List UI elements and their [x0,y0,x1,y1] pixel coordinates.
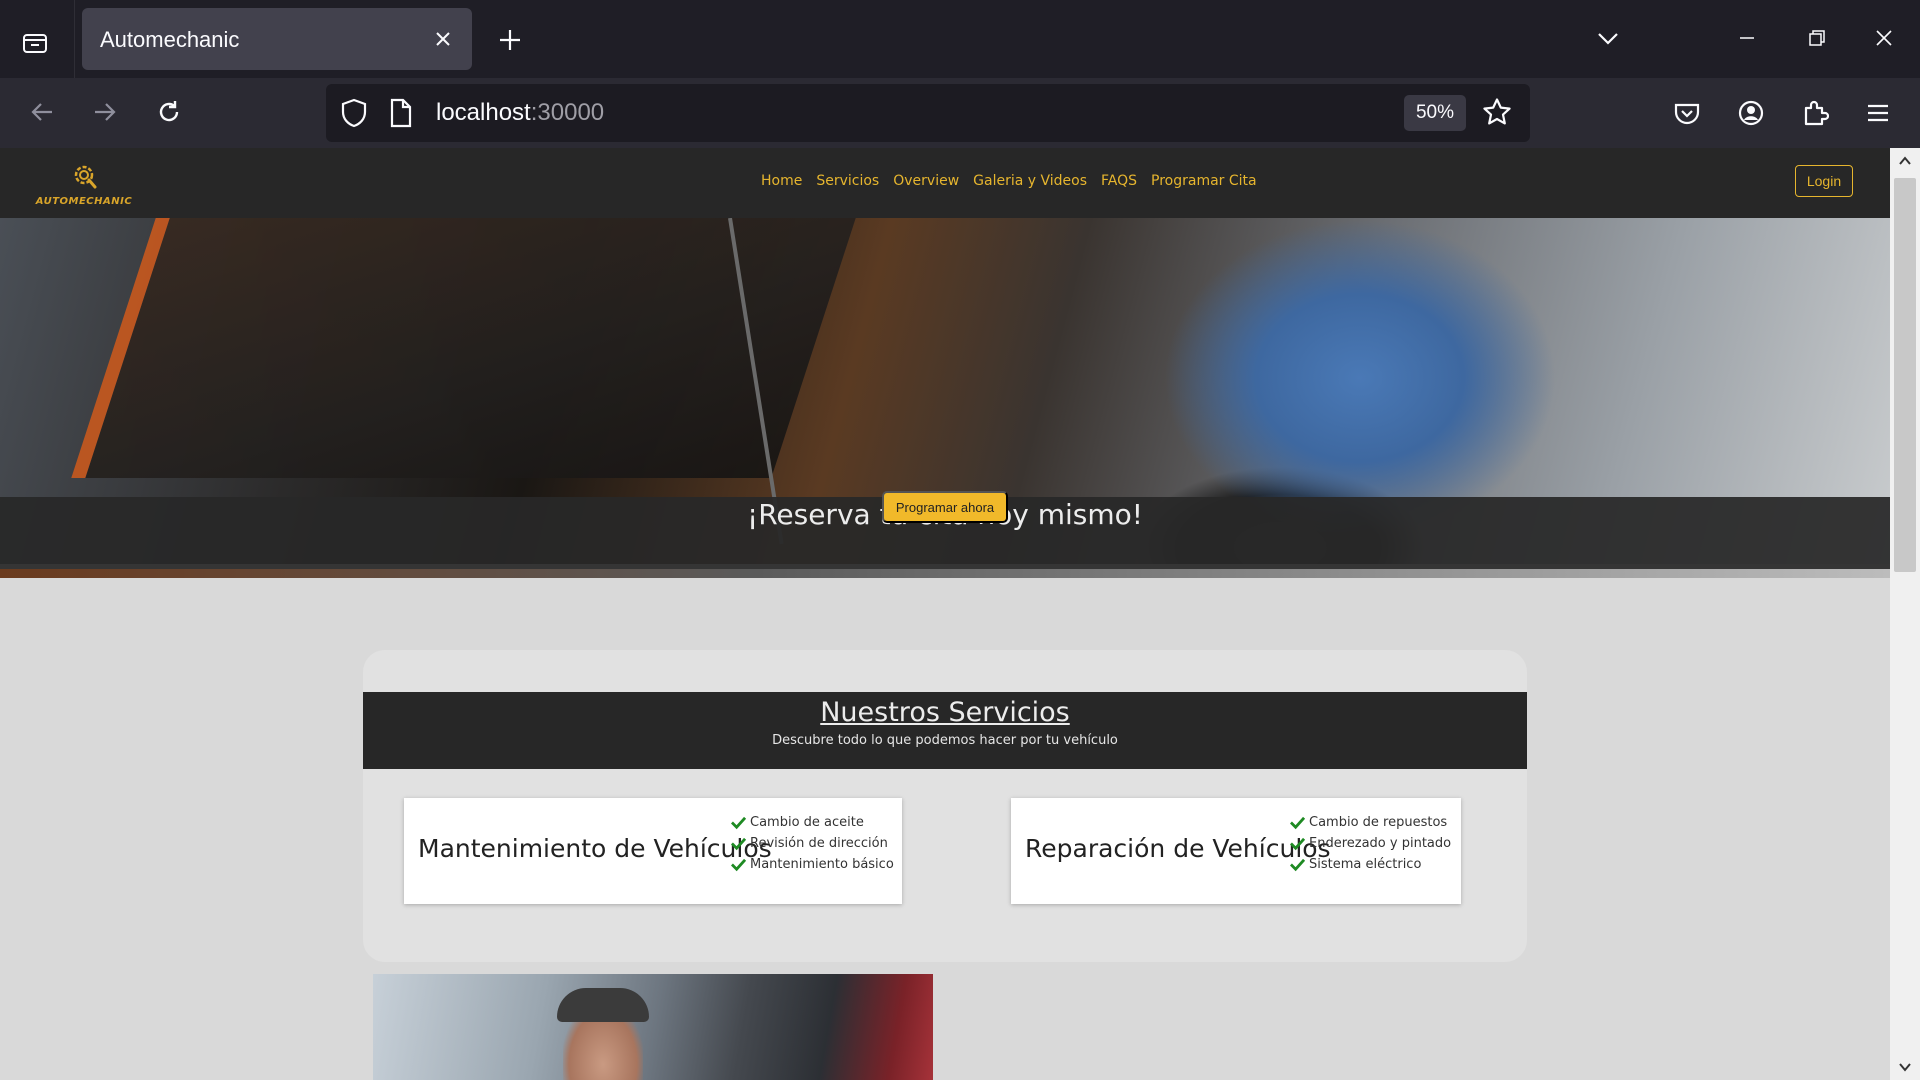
page-info-icon[interactable] [388,98,414,132]
list-item-label: Mantenimiento básico [750,857,894,872]
address-bar[interactable]: localhost:30000 50% [326,84,1530,142]
gear-icon [74,165,97,189]
extensions-icon[interactable] [1792,90,1838,136]
nav-home[interactable]: Home [761,173,802,189]
new-tab-icon[interactable] [490,20,530,60]
list-item-label: Cambio de aceite [750,815,864,830]
list-item: Mantenimiento básico [731,854,894,875]
tab-separator [74,0,75,78]
restore-icon[interactable] [1795,18,1839,58]
nav-servicios[interactable]: Servicios [816,173,879,189]
programar-ahora-button[interactable]: Programar ahora [882,491,1008,523]
check-icon [731,837,746,851]
services-header: Nuestros Servicios Descubre todo lo que … [363,692,1527,769]
scroll-up-icon[interactable] [1898,154,1912,168]
photo-person-cap [557,988,649,1022]
bookmark-star-icon[interactable] [1482,97,1512,131]
services-subtitle: Descubre todo lo que podemos hacer por t… [772,733,1118,748]
list-item: Cambio de repuestos [1290,812,1451,833]
list-all-tabs-icon[interactable] [1590,20,1626,56]
service-card-reparacion[interactable]: Reparación de Vehículos Cambio de repues… [1011,798,1461,904]
nav-programar-cita[interactable]: Programar Cita [1151,173,1257,189]
hero-bottom-strip [0,569,1890,578]
nav-faqs[interactable]: FAQS [1101,173,1137,189]
pocket-icon[interactable] [1664,90,1710,136]
service-card-title: Mantenimiento de Vehículos [418,834,772,863]
list-item-label: Enderezado y pintado [1309,836,1452,851]
site-nav: Home Servicios Overview Galeria y Videos… [761,173,1257,189]
browser-tab-bar: Automechanic [0,0,1920,78]
url-text[interactable]: localhost:30000 [436,99,604,127]
back-icon[interactable] [19,89,65,135]
services-section: Nuestros Servicios Descubre todo lo que … [363,650,1527,962]
mechanic-photo [373,974,933,1080]
list-item-label: Cambio de repuestos [1309,815,1448,830]
check-icon [731,858,746,872]
browser-nav-bar: localhost:30000 50% [0,78,1920,148]
page-viewport: AUTOMECHANIC Home Servicios Overview Gal… [0,148,1890,1080]
check-icon [1290,837,1305,851]
service-card-list: Cambio de aceite Revisión de dirección M… [731,812,894,875]
tracking-protection-icon[interactable] [340,98,368,132]
reload-icon[interactable] [146,89,192,135]
list-item: Revisión de dirección [731,833,894,854]
service-card-list: Cambio de repuestos Enderezado y pintado… [1290,812,1451,875]
url-port: :30000 [530,99,605,126]
scrollbar-thumb[interactable] [1894,178,1916,572]
check-icon [1290,816,1305,830]
list-item: Cambio de aceite [731,812,894,833]
login-button[interactable]: Login [1795,165,1853,197]
account-icon[interactable] [1728,90,1774,136]
service-card-mantenimiento[interactable]: Mantenimiento de Vehículos Cambio de ace… [404,798,902,904]
close-tab-icon[interactable] [428,24,458,54]
page-scrollbar[interactable] [1890,148,1920,1080]
logo-text: AUTOMECHANIC [35,196,133,207]
list-item-label: Sistema eléctrico [1309,857,1422,872]
list-item: Enderezado y pintado [1290,833,1451,854]
firefox-view-icon[interactable] [14,22,56,64]
services-title: Nuestros Servicios [820,697,1070,728]
close-window-icon[interactable] [1862,18,1906,58]
site-logo[interactable]: AUTOMECHANIC [34,162,134,208]
menu-icon[interactable] [1855,90,1901,136]
check-icon [1290,858,1305,872]
service-card-title: Reparación de Vehículos [1025,834,1331,863]
site-header: AUTOMECHANIC Home Servicios Overview Gal… [0,148,1890,218]
url-host: localhost [436,99,531,126]
list-item: Sistema eléctrico [1290,854,1451,875]
tab-automechanic[interactable]: Automechanic [82,8,472,70]
nav-overview[interactable]: Overview [893,173,959,189]
tab-title: Automechanic [100,27,240,52]
scroll-down-icon[interactable] [1898,1060,1912,1074]
nav-galeria-videos[interactable]: Galeria y Videos [973,173,1087,189]
forward-icon[interactable] [82,89,128,135]
check-icon [731,816,746,830]
zoom-level-button[interactable]: 50% [1404,95,1466,131]
list-item-label: Revisión de dirección [750,836,888,851]
minimize-icon[interactable] [1725,18,1769,58]
